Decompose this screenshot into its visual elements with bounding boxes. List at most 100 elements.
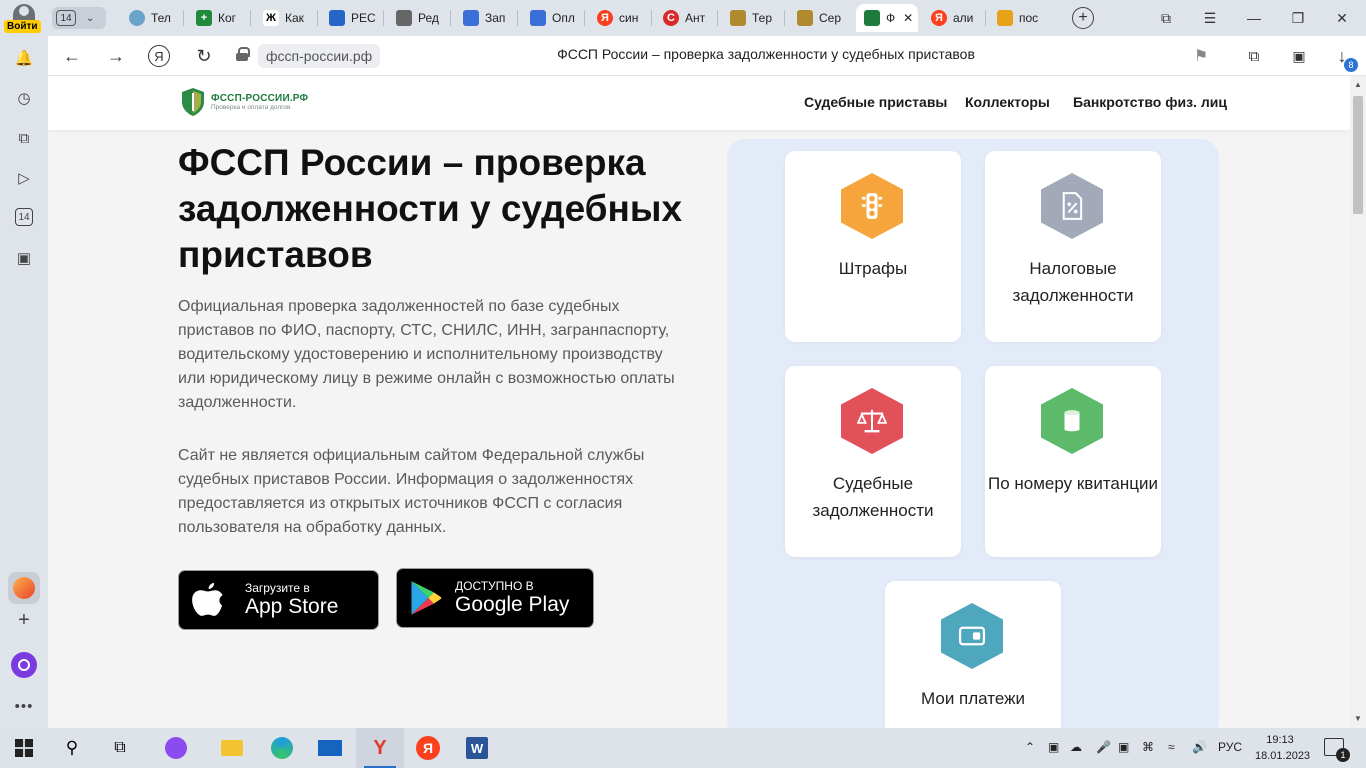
page-scrollbar[interactable]: ▲ ▼ [1350,76,1366,728]
notifications-badge: 1 [1336,748,1350,762]
screenshot-icon[interactable]: ▣ [14,248,34,268]
yandex-icon[interactable]: Я [416,736,440,760]
doc-icon [396,10,412,26]
card-court-debts-label: Судебные задолженности [812,474,934,520]
collections-sidebar-icon[interactable]: ⧉ [14,128,34,148]
browser-tab[interactable]: РЕС [321,4,379,32]
card-my-payments-label: Мои платежи [921,689,1025,708]
windows-taskbar: ⚲ ⧉ Y Я W ⌃ ▣ ☁ 🎤 ▣ ⌘ ≈ 🔊 РУС 19:13 18.0… [0,728,1366,768]
menu-icon[interactable]: ☰ [1198,6,1222,30]
close-tab-icon[interactable]: ✕ [903,11,913,25]
browser-tab[interactable]: Опл [522,4,580,32]
app-store-button[interactable]: Загрузите в App Store [178,570,379,630]
scroll-thumb[interactable] [1353,96,1363,214]
browser-tab[interactable]: пос [989,4,1047,32]
tab-count: 14 [56,10,76,26]
back-arrow-icon[interactable]: ← [60,44,84,68]
browser-tab-label: Ког [218,11,237,25]
tab-separator [250,10,251,26]
windows-start-icon[interactable] [12,736,36,760]
bookmark-icon[interactable]: ⚑ [1189,44,1213,68]
volume-icon[interactable]: 🔊 [1192,740,1207,754]
language-indicator[interactable]: РУС [1218,740,1242,754]
profile-button[interactable]: Войти [0,0,48,36]
browser-tab[interactable]: Ясин [589,4,647,32]
russian-post-icon [530,10,546,26]
history-icon[interactable]: ◷ [14,88,34,108]
task-view-icon[interactable]: ⧉ [108,736,132,760]
nav-collectors[interactable]: Коллекторы [965,94,1050,110]
card-court-debts[interactable]: Судебные задолженности [785,366,961,557]
forward-arrow-icon[interactable]: → [104,44,128,68]
browser-tab[interactable]: Ж Как [255,4,313,32]
google-play-button[interactable]: ДОСТУПНО В Google Play [396,568,594,628]
traffic-light-icon [841,173,903,239]
minimize-icon[interactable]: — [1242,6,1266,30]
restore-icon[interactable]: ❐ [1286,6,1310,30]
search-icon[interactable]: ⚲ [60,736,84,760]
emblem-icon [797,10,813,26]
extension-icon[interactable]: ▣ [1287,44,1311,68]
reload-icon[interactable]: ↻ [192,44,216,68]
browser-tab[interactable]: Тел [121,4,179,32]
alice-taskbar-icon[interactable] [164,736,188,760]
bell-icon[interactable]: 🔔 [14,48,34,68]
meet-icon[interactable]: ▣ [1048,740,1059,754]
browser-tab-label: Сер [819,11,842,25]
browser-tab[interactable]: Яали [923,4,981,32]
alice-icon[interactable] [11,652,37,678]
card-by-receipt[interactable]: По номеру квитанции [985,366,1161,557]
tab-manager-icon[interactable]: ⧉ [1154,6,1178,30]
mail-icon[interactable] [318,736,342,760]
card-fines[interactable]: Штрафы [785,151,961,342]
yandex-home-icon[interactable]: Я [148,45,170,67]
clock-date: 18.01.2023 [1255,750,1311,762]
browser-tab-label: Ант [685,11,706,25]
cloud-icon[interactable]: ☁ [1070,740,1082,754]
play-icon[interactable]: ▷ [14,168,34,188]
wifi-icon[interactable]: ≈ [1168,740,1175,754]
add-panel-icon[interactable]: + [14,609,34,631]
browser-tab-label: РЕС [351,11,376,25]
close-window-icon[interactable]: ✕ [1330,6,1354,30]
nav-bankruptcy[interactable]: Банкротство физ. лиц [1073,94,1227,110]
browser-tab-label: али [953,11,974,25]
fssp-shield-icon [182,88,204,116]
keyboard-icon[interactable]: ⌘ [1142,740,1154,754]
clock[interactable]: 19:13 18.01.2023 [1255,732,1311,764]
card-my-payments[interactable]: Мои платежи [885,581,1061,728]
more-icon[interactable]: ••• [14,696,34,716]
services-panel: Штрафы Налоговые задолженности Судебные … [727,139,1219,728]
word-icon[interactable]: W [465,736,489,760]
collections-icon[interactable]: ⧉ [1242,44,1266,68]
new-tab-button[interactable]: + [1072,7,1094,29]
tray-expand-icon[interactable]: ⌃ [1025,740,1035,754]
browser-tab[interactable]: Сер [789,4,847,32]
page-viewport: ФССП-РОССИИ.РФ Проверка и оплата долгов … [48,76,1350,728]
card-tax-debts[interactable]: Налоговые задолженности [985,151,1161,342]
browser-tab[interactable]: + Ког [188,4,246,32]
browser-tab[interactable]: С Ант [655,4,713,32]
edge-icon[interactable] [270,736,294,760]
tabs-14-icon[interactable]: 14 [15,208,33,226]
scroll-down-icon[interactable]: ▼ [1354,714,1362,723]
microphone-icon[interactable]: 🎤 [1096,740,1111,754]
scroll-up-icon[interactable]: ▲ [1354,80,1362,89]
games-button[interactable] [8,572,40,604]
tab-count-button[interactable]: 14 ⌄ [52,7,106,29]
site-logo[interactable]: ФССП-РОССИИ.РФ Проверка и оплата долгов [180,87,308,117]
browser-tab[interactable]: Ф ✕ [856,4,918,32]
lock-icon[interactable] [236,47,250,61]
url-field[interactable]: фссп-россии.рф [258,44,381,68]
screen-icon[interactable]: ▣ [1118,740,1129,754]
file-explorer-icon[interactable] [220,736,244,760]
browser-tab-label: Как [285,11,304,25]
nav-bailiffs[interactable]: Судебные приставы [804,94,947,110]
browser-tab[interactable]: Тер [722,4,780,32]
browser-tab[interactable]: Ред [388,4,446,32]
russian-post-icon [463,10,479,26]
browser-tab[interactable]: Зап [455,4,513,32]
wallet-icon [941,603,1003,669]
chevron-down-icon: ⌄ [86,12,95,24]
yandex-browser-taskbar-active[interactable]: Y [356,728,404,768]
